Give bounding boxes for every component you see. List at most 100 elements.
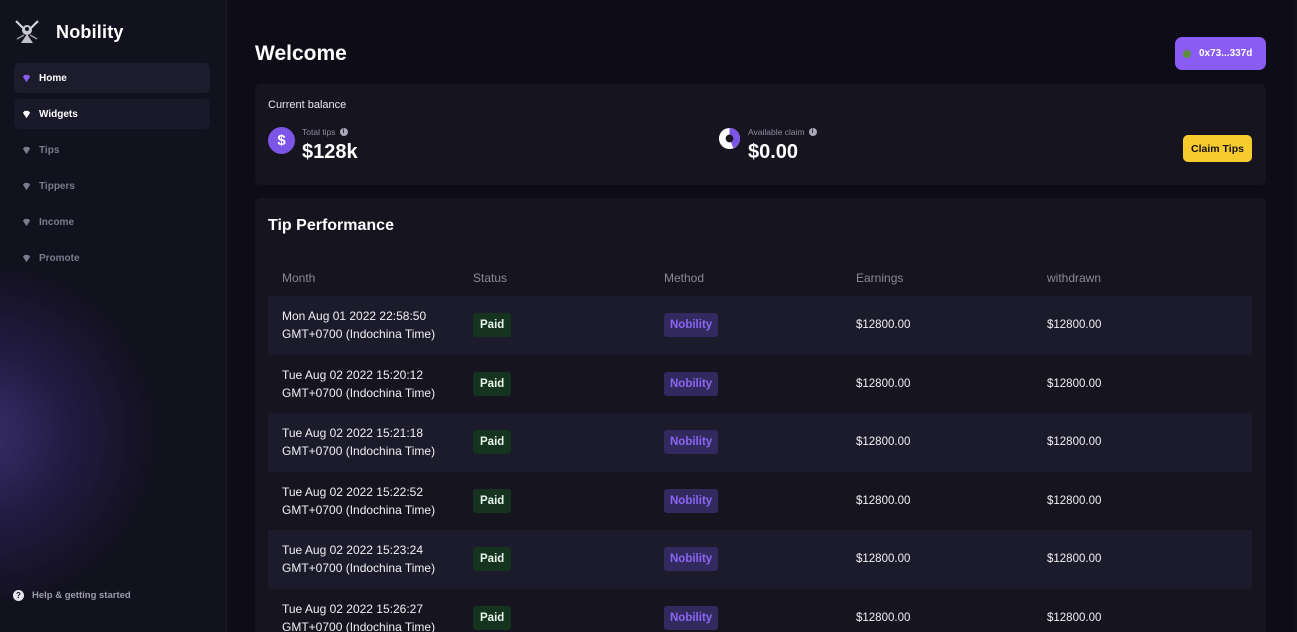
status-badge: Paid [473, 605, 512, 630]
info-icon[interactable]: i [339, 128, 348, 136]
table-row[interactable]: Tue Aug 02 2022 15:21:18 GMT+0700 (Indoch… [268, 413, 1252, 472]
diamond-icon [22, 74, 31, 82]
month-cell: Tue Aug 02 2022 15:22:52 GMT+0700 (Indoch… [282, 483, 435, 519]
status-badge: Paid [473, 371, 512, 396]
earnings-cell: $12800.00 [856, 319, 911, 332]
month-date: Tue Aug 02 2022 15:26:27 [282, 601, 424, 616]
info-icon[interactable]: i [808, 128, 817, 136]
method-badge: Nobility [664, 313, 719, 338]
withdrawn-cell: $12800.00 [1047, 436, 1102, 449]
withdrawn-cell: $12800.00 [1047, 377, 1102, 390]
method-cell: Nobility [664, 488, 719, 513]
earnings-cell: $12800.00 [856, 553, 911, 566]
month-timezone: GMT+0700 (Indochina Time) [282, 327, 436, 342]
withdrawn-cell: $12800.00 [1047, 553, 1102, 566]
help-link[interactable]: ? Help & getting started [13, 590, 131, 601]
table-row[interactable]: Tue Aug 02 2022 15:22:52 GMT+0700 (Indoch… [268, 472, 1252, 531]
month-cell: Tue Aug 02 2022 15:23:24 GMT+0700 (Indoch… [282, 541, 435, 577]
status-cell: Paid [473, 430, 512, 455]
total-tips-value: $128k [302, 141, 358, 163]
month-cell: Tue Aug 02 2022 15:26:27 GMT+0700 (Indoch… [282, 600, 435, 632]
withdrawn-cell: $12800.00 [1047, 611, 1102, 624]
wallet-button[interactable]: 0x73...337d [1175, 37, 1266, 70]
method-cell: Nobility [664, 547, 719, 572]
status-cell: Paid [473, 488, 512, 513]
available-claim-stat: Available claim i $0.00 [718, 127, 817, 164]
total-tips-label-row: Total tips i [302, 127, 358, 137]
sidebar-glow-decoration [0, 270, 170, 600]
method-cell: Nobility [664, 430, 719, 455]
column-header-method[interactable]: Method [664, 271, 704, 285]
available-claim-label: Available claim [748, 127, 805, 137]
method-badge: Nobility [664, 488, 719, 513]
help-label: Help & getting started [32, 590, 131, 601]
earnings-cell: $12800.00 [856, 377, 911, 390]
earnings-cell: $12800.00 [856, 494, 911, 507]
table-row[interactable]: Mon Aug 01 2022 22:58:50 GMT+0700 (Indoch… [268, 296, 1252, 355]
table-row[interactable]: Tue Aug 02 2022 15:23:24 GMT+0700 (Indoch… [268, 530, 1252, 589]
dollar-icon: $ [268, 127, 295, 154]
sidebar-item-label: Home [39, 72, 67, 84]
month-date: Tue Aug 02 2022 15:23:24 [282, 543, 424, 558]
pie-chart-icon [718, 127, 741, 150]
diamond-icon [22, 146, 31, 154]
month-timezone: GMT+0700 (Indochina Time) [282, 385, 436, 400]
sidebar-item-tips[interactable]: Tips [14, 135, 210, 165]
earnings-cell: $12800.00 [856, 611, 911, 624]
available-claim-label-row: Available claim i [748, 127, 817, 137]
sidebar-item-label: Income [39, 216, 75, 228]
available-claim-value: $0.00 [748, 141, 799, 163]
wallet-status-dot [1183, 49, 1191, 58]
sidebar-item-widgets[interactable]: Widgets [14, 99, 210, 129]
column-header-status[interactable]: Status [473, 271, 507, 285]
brand-name: Nobility [56, 21, 124, 42]
month-timezone: GMT+0700 (Indochina Time) [282, 561, 436, 576]
tip-performance-title: Tip Performance [268, 217, 394, 234]
column-header-withdrawn[interactable]: withdrawn [1047, 271, 1101, 285]
sidebar-item-home[interactable]: Home [14, 63, 210, 93]
wallet-address: 0x73...337d [1199, 48, 1253, 59]
month-cell: Tue Aug 02 2022 15:20:12 GMT+0700 (Indoch… [282, 366, 435, 402]
status-cell: Paid [473, 547, 512, 572]
month-date: Tue Aug 02 2022 15:21:18 [282, 426, 424, 441]
sidebar-item-tippers[interactable]: Tippers [14, 171, 210, 201]
balance-title: Current balance [268, 99, 347, 111]
month-date: Tue Aug 02 2022 15:20:12 [282, 367, 424, 382]
diamond-icon [22, 182, 31, 190]
method-cell: Nobility [664, 605, 719, 630]
status-cell: Paid [473, 371, 512, 396]
withdrawn-cell: $12800.00 [1047, 494, 1102, 507]
diamond-icon [22, 110, 31, 118]
sidebar-item-label: Promote [39, 252, 80, 264]
status-cell: Paid [473, 605, 512, 630]
sidebar-nav: Home Widgets Tips Tippers Income Promote [14, 63, 210, 279]
total-tips-label: Total tips [302, 127, 336, 137]
month-date: Tue Aug 02 2022 15:22:52 [282, 484, 424, 499]
method-badge: Nobility [664, 605, 719, 630]
method-badge: Nobility [664, 430, 719, 455]
column-header-earnings[interactable]: Earnings [856, 271, 903, 285]
question-icon: ? [13, 590, 24, 601]
month-timezone: GMT+0700 (Indochina Time) [282, 502, 436, 517]
sidebar-item-promote[interactable]: Promote [14, 243, 210, 273]
page-title: Welcome [255, 42, 347, 65]
table-row[interactable]: Tue Aug 02 2022 15:20:12 GMT+0700 (Indoch… [268, 355, 1252, 414]
status-badge: Paid [473, 313, 512, 338]
tip-performance-card: Tip Performance Month Status Method Earn… [255, 198, 1266, 632]
brand[interactable]: Nobility [12, 17, 124, 47]
month-date: Mon Aug 01 2022 22:58:50 [282, 309, 427, 324]
month-cell: Mon Aug 01 2022 22:58:50 GMT+0700 (Indoch… [282, 307, 435, 343]
column-header-month[interactable]: Month [282, 271, 315, 285]
sidebar-item-label: Widgets [39, 108, 78, 120]
table-header: Month Status Method Earnings withdrawn [268, 260, 1252, 296]
diamond-icon [22, 254, 31, 262]
claim-tips-button[interactable]: Claim Tips [1183, 135, 1252, 162]
nobility-logo-icon [15, 20, 39, 43]
month-timezone: GMT+0700 (Indochina Time) [282, 619, 436, 632]
sidebar: Nobility Home Widgets Tips Tippers Incom… [0, 0, 227, 632]
sidebar-item-income[interactable]: Income [14, 207, 210, 237]
table-row[interactable]: Tue Aug 02 2022 15:26:27 GMT+0700 (Indoch… [268, 589, 1252, 632]
diamond-icon [22, 218, 31, 226]
status-badge: Paid [473, 547, 512, 572]
status-badge: Paid [473, 488, 512, 513]
